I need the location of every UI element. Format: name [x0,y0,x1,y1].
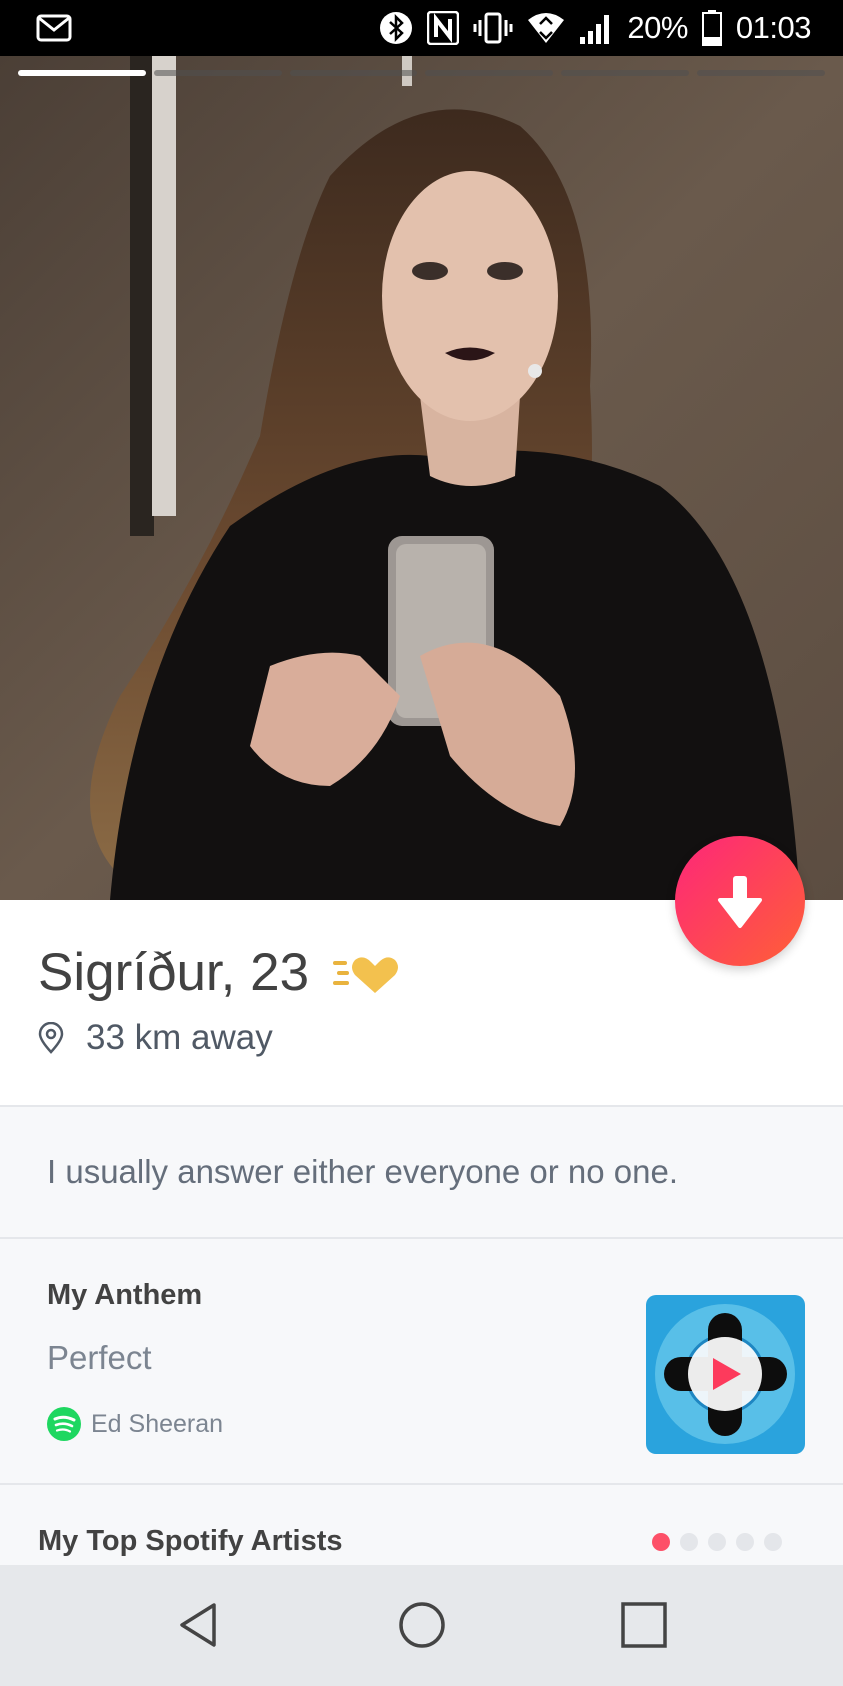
photo-progress-segment [153,70,282,76]
home-icon[interactable] [392,1595,452,1655]
recent-apps-icon[interactable] [614,1595,674,1655]
photo-progress-segment [18,70,146,76]
carousel-dot[interactable] [708,1533,726,1551]
spotify-icon [47,1407,81,1441]
nfc-icon [427,11,460,45]
carousel-dots [652,1533,782,1551]
clock: 01:03 [735,10,812,45]
photo-progress-segment [561,70,690,76]
super-like-heart-icon [333,956,399,993]
carousel-dot[interactable] [736,1533,754,1551]
signal-icon [580,15,610,44]
status-bar: 20% 01:03 [0,0,843,56]
top-spotify-artists-section: My Top Spotify Artists [0,1485,843,1565]
photo-progress [18,70,825,76]
anthem-artist: Ed Sheeran [91,1409,224,1438]
battery-icon [701,10,722,46]
name-row: Sigríður, 23 [38,942,403,1003]
bio-text: I usually answer either everyone or no o… [47,1153,679,1190]
arrow-down-icon [718,876,762,928]
location-pin-icon [38,1022,64,1054]
vibrate-icon [473,12,513,44]
anthem-song-title: Perfect [47,1339,152,1376]
photo-progress-segment [425,70,554,76]
bluetooth-icon [380,12,413,44]
photo-progress-segment [697,70,825,76]
photo-image [0,56,843,900]
battery-percent: 20% [627,10,688,45]
system-nav-bar [0,1565,843,1686]
bio-section: I usually answer either everyone or no o… [0,1107,843,1237]
profile-photo[interactable] [0,56,843,900]
anthem-label: My Anthem [47,1279,203,1311]
carousel-dot[interactable] [652,1533,670,1551]
carousel-dot[interactable] [680,1533,698,1551]
distance-row: 33 km away [38,1018,273,1058]
carousel-dot[interactable] [764,1533,782,1551]
album-cover[interactable] [646,1295,805,1454]
play-icon [713,1358,741,1390]
collapse-profile-button[interactable] [675,836,805,966]
play-button[interactable] [688,1337,762,1411]
anthem-artist-row: Ed Sheeran [47,1407,223,1441]
anthem-section: My Anthem Perfect Ed Sheeran [0,1239,843,1483]
profile-name-age: Sigríður, 23 [38,943,310,1002]
wifi-icon [528,13,565,43]
top-spotify-artists-label: My Top Spotify Artists [38,1525,343,1557]
photo-progress-segment [289,70,418,76]
mail-icon [36,14,72,42]
distance-text: 33 km away [86,1018,273,1057]
back-icon[interactable] [168,1595,228,1655]
